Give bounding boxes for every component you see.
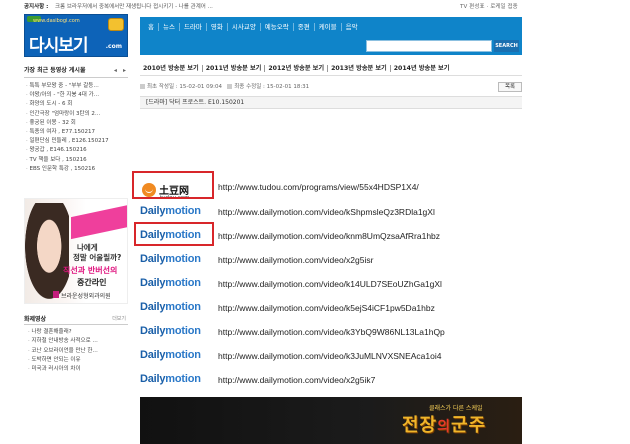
video-url-link[interactable]: http://www.dailymotion.com/video/k3JuMLN… — [218, 351, 441, 361]
dailymotion-logo-part1: Daily — [140, 373, 166, 385]
dailymotion-logo-part2: motion — [165, 373, 201, 385]
video-link-row: Dailymotion http://www.dailymotion.com/v… — [137, 322, 517, 342]
video-link-row: Dailymotion http://www.dailymotion.com/v… — [137, 370, 517, 390]
dailymotion-logo-part1: Daily — [140, 349, 166, 361]
video-url-link[interactable]: http://www.dailymotion.com/video/x2g5ik7 — [218, 375, 375, 385]
dailymotion-logo-part1: Daily — [140, 325, 166, 337]
video-url-link[interactable]: http://www.dailymotion.com/video/k3YbQ9W… — [218, 327, 445, 337]
dailymotion-logo-part1: Daily — [140, 253, 166, 265]
dailymotion-logo: Dailymotion — [137, 322, 215, 342]
video-link-row: Dailymotion http://www.dailymotion.com/v… — [137, 202, 517, 222]
video-link-row: Dailymotion http://www.dailymotion.com/v… — [137, 346, 517, 366]
video-link-row: Dailymotion http://www.dailymotion.com/v… — [137, 274, 517, 294]
video-link-row: Dailymotion http://www.dailymotion.com/v… — [137, 298, 517, 318]
video-link-row: Dailymotion http://www.dailymotion.com/v… — [137, 250, 517, 270]
dailymotion-logo: Dailymotion — [137, 298, 215, 318]
dailymotion-logo-part2: motion — [165, 301, 201, 313]
dailymotion-logo: Dailymotion — [137, 202, 215, 222]
game-banner-ad[interactable]: 클래스가 다른 스케일 전장의군주 — [140, 397, 522, 444]
video-url-link[interactable]: http://www.dailymotion.com/video/k5ejS4i… — [218, 303, 435, 313]
banner-title-part2: 군주 — [451, 415, 487, 436]
video-url-link[interactable]: http://www.tudou.com/programs/view/55x4H… — [218, 182, 419, 192]
video-url-link[interactable]: http://www.dailymotion.com/video/x2g5isr — [218, 255, 373, 265]
video-url-link[interactable]: http://www.dailymotion.com/video/kShpmsl… — [218, 207, 435, 217]
dailymotion-logo-part2: motion — [165, 277, 201, 289]
banner-title: 전장의군주 — [402, 411, 486, 437]
dailymotion-logo: Dailymotion — [137, 250, 215, 270]
video-links: 土豆网 tudou.com http://www.tudou.com/progr… — [0, 0, 630, 444]
dailymotion-logo: Dailymotion — [137, 346, 215, 366]
dailymotion-logo: Dailymotion — [137, 274, 215, 294]
dailymotion-logo-part2: motion — [165, 349, 201, 361]
dailymotion-logo: Dailymotion — [137, 370, 215, 390]
highlight-box — [134, 222, 214, 246]
dailymotion-logo-part1: Daily — [140, 205, 166, 217]
video-url-link[interactable]: http://www.dailymotion.com/video/k14ULD7… — [218, 279, 442, 289]
highlight-box — [132, 171, 214, 199]
dailymotion-logo-part1: Daily — [140, 301, 166, 313]
banner-title-particle: 의 — [437, 419, 452, 435]
dailymotion-logo-part2: motion — [165, 205, 201, 217]
dailymotion-logo-part1: Daily — [140, 277, 166, 289]
video-url-link[interactable]: http://www.dailymotion.com/video/knm8UmQ… — [218, 231, 440, 241]
dailymotion-logo-part2: motion — [165, 253, 201, 265]
dailymotion-logo-part2: motion — [165, 325, 201, 337]
banner-title-part1: 전장 — [402, 415, 438, 436]
